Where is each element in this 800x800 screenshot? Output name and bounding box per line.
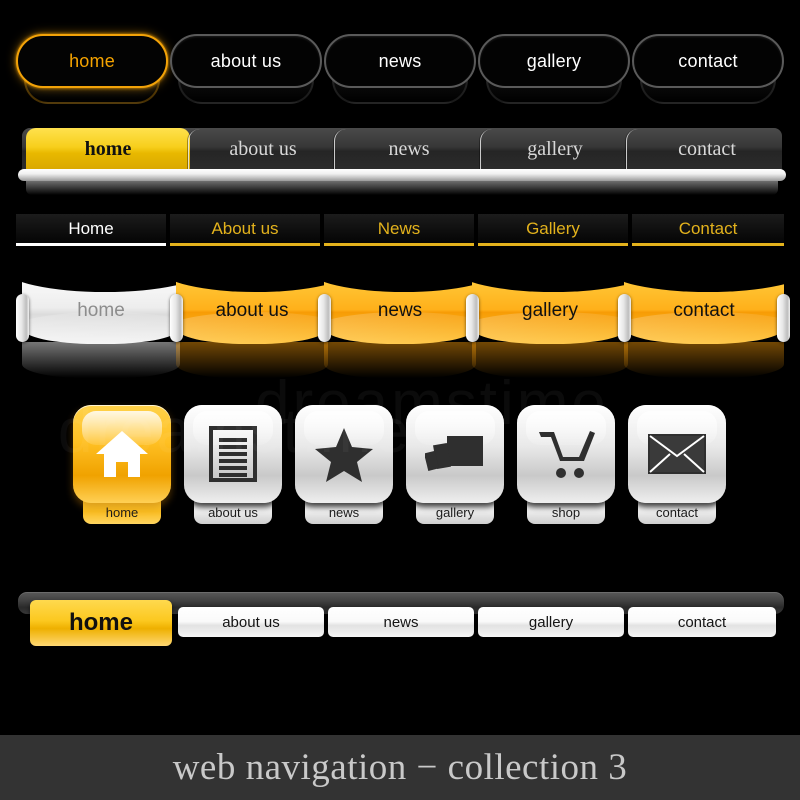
nav2-item-label: about us	[229, 137, 297, 160]
nav3-item-label: Home	[68, 218, 114, 238]
document-lines-icon	[209, 426, 257, 482]
nav1-item-about-us[interactable]: about us	[170, 34, 322, 88]
icon-button-nav: home about us news gallery shop contact	[0, 405, 800, 545]
nav5-item-label: shop	[551, 505, 581, 520]
nav2-separator	[334, 129, 348, 170]
nav5-item-shop[interactable]	[517, 405, 615, 503]
navigation-collection-canvas: home about us news gallery contact home about…	[0, 0, 800, 800]
nav5-item-gallery[interactable]	[406, 405, 504, 503]
nav3-item-label: Contact	[678, 218, 738, 238]
nav1-item-news[interactable]: news	[324, 34, 476, 88]
ribbon-pin	[618, 294, 631, 342]
nav1-item-label: about us	[210, 50, 282, 71]
photos-icon	[425, 432, 485, 476]
ribbon-nav: home about us news gallery contact	[0, 278, 800, 378]
nav6-item-label: about us	[222, 613, 280, 631]
star-icon	[315, 427, 373, 482]
nav6-item-home[interactable]: home	[30, 600, 172, 646]
nav5-item-home[interactable]	[73, 405, 171, 503]
nav3-item-gallery[interactable]: Gallery	[478, 214, 628, 246]
nav3-item-home[interactable]: Home	[16, 214, 166, 246]
ribbon-reflection	[22, 342, 180, 378]
envelope-icon	[648, 434, 706, 474]
nav2-item-label: contact	[678, 137, 736, 160]
nav3-item-label: News	[377, 218, 421, 238]
nav3-item-label: Gallery	[526, 218, 580, 238]
nav6-item-label: news	[383, 613, 419, 631]
nav4-item-label: home	[77, 300, 125, 321]
nav6-item-news[interactable]: news	[328, 607, 474, 637]
ribbon-pin	[318, 294, 331, 342]
nav5-item-label: about us	[208, 505, 258, 520]
nav6-item-label: contact	[677, 613, 727, 631]
nav2-item-contact[interactable]: contact	[628, 128, 786, 170]
nav1-item-contact[interactable]: contact	[632, 34, 784, 88]
nav5-item-news[interactable]	[295, 405, 393, 503]
nav1-item-label: news	[378, 50, 422, 71]
nav2-separator	[188, 129, 202, 170]
ribbon-reflection	[472, 342, 628, 378]
ribbon-pin	[777, 294, 790, 342]
nav6-item-contact[interactable]: contact	[628, 607, 776, 637]
outlined-pill-nav: home about us news gallery contact	[0, 34, 800, 104]
nav3-item-contact[interactable]: Contact	[632, 214, 784, 246]
nav3-item-label: About us	[211, 218, 279, 238]
serif-tab-bar: home about us news gallery contact	[0, 128, 800, 198]
nav2-item-news[interactable]: news	[336, 128, 482, 170]
nav4-item-label: gallery	[522, 300, 578, 321]
nav1-item-label: home	[69, 50, 115, 71]
nav4-item-label: about us	[215, 300, 289, 321]
nav2-separator	[626, 129, 640, 170]
nav2-item-label: gallery	[527, 137, 583, 160]
nav1-item-home[interactable]: home	[16, 34, 168, 88]
nav2-separator	[480, 129, 494, 170]
ribbon-pin	[170, 294, 183, 342]
nav5-item-label: news	[328, 505, 360, 520]
nav2-item-label: news	[388, 137, 430, 160]
nav4-item-contact[interactable]: contact	[624, 278, 784, 344]
ribbon-reflection	[324, 342, 476, 378]
nav4-item-about-us[interactable]: about us	[176, 278, 328, 344]
nav2-item-label: home	[84, 137, 132, 160]
nav1-item-gallery[interactable]: gallery	[478, 34, 630, 88]
nav4-item-news[interactable]: news	[324, 278, 476, 344]
ribbon-reflection	[176, 342, 328, 378]
ribbon-pin	[16, 294, 29, 342]
nav6-item-label: home	[68, 609, 133, 636]
nav2-rail-reflection	[26, 181, 778, 195]
ribbon-pin	[466, 294, 479, 342]
nav5-item-label: home	[105, 505, 139, 520]
nav5-item-label: gallery	[435, 505, 475, 520]
nav1-item-label: contact	[678, 50, 738, 71]
white-tab-bar: home about us news gallery contact	[0, 592, 800, 654]
nav5-item-label: contact	[656, 505, 698, 520]
nav6-item-label: gallery	[528, 613, 574, 631]
ribbon-reflection	[624, 342, 784, 378]
page-title: web navigation − collection 3	[172, 747, 628, 788]
watermark: dreamstime dreamstime	[0, 0, 800, 800]
nav2-item-home[interactable]: home	[26, 128, 190, 170]
house-icon	[94, 428, 150, 480]
nav6-item-gallery[interactable]: gallery	[478, 607, 624, 637]
nav5-item-contact[interactable]	[628, 405, 726, 503]
nav5-item-about-us[interactable]	[184, 405, 282, 503]
nav6-item-about-us[interactable]: about us	[178, 607, 324, 637]
nav4-item-label: news	[377, 300, 423, 321]
shopping-cart-icon	[537, 429, 595, 479]
nav4-item-home[interactable]: home	[22, 278, 180, 344]
nav2-item-about-us[interactable]: about us	[190, 128, 336, 170]
nav3-item-about-us[interactable]: About us	[170, 214, 320, 246]
nav3-item-news[interactable]: News	[324, 214, 474, 246]
nav4-item-label: contact	[673, 300, 735, 321]
nav4-item-gallery[interactable]: gallery	[472, 278, 628, 344]
underline-link-nav: Home About us News Gallery Contact	[0, 214, 800, 250]
nav2-silver-rail	[18, 169, 786, 181]
nav2-item-gallery[interactable]: gallery	[482, 128, 628, 170]
nav1-item-label: gallery	[526, 50, 582, 71]
footer-band: web navigation − collection 3	[0, 735, 800, 800]
